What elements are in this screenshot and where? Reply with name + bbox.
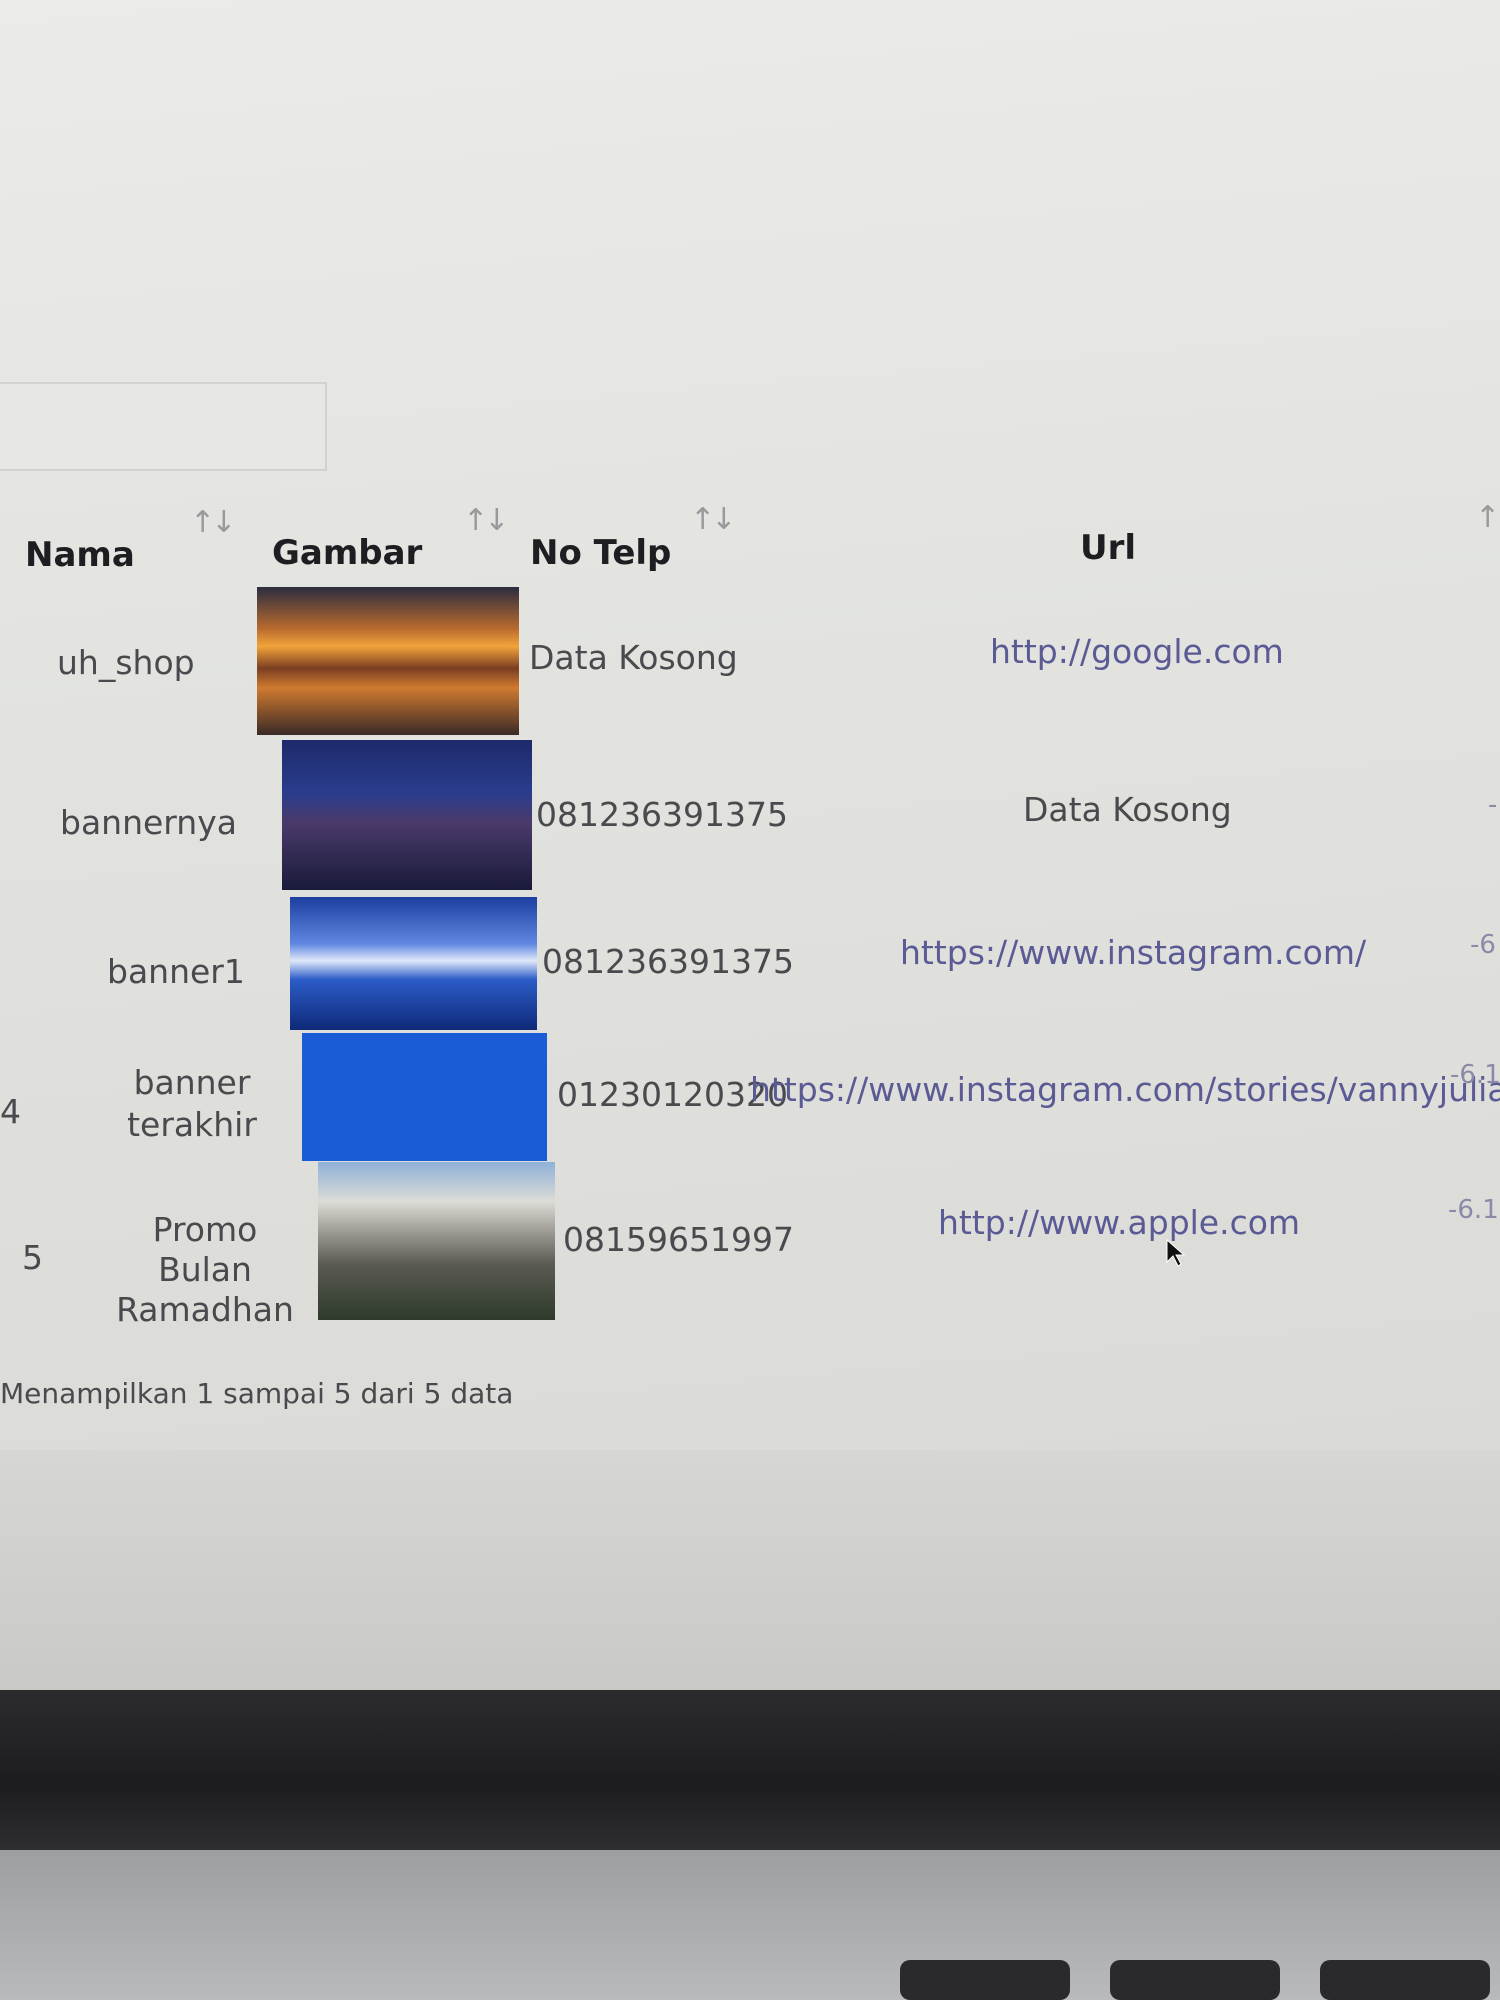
banner-image-sunset [257,587,519,735]
column-header-nama[interactable]: Nama [25,535,135,575]
cell-nama: bannernya [60,803,237,842]
cell-nama: banner terakhir [127,1063,257,1144]
cell-extra: -6.1 [1450,1060,1500,1090]
sort-icon[interactable]: ↑↓ [1475,500,1500,535]
keyboard-key [1320,1960,1490,2000]
cell-extra: - [1488,790,1498,820]
screen [0,0,1500,1690]
url-link[interactable]: http://google.com [990,632,1284,671]
banner-image-blue-screen [302,1033,547,1161]
column-header-no-telp[interactable]: No Telp [530,533,671,573]
page-footer-area [0,1450,1500,1690]
keyboard-key [900,1960,1070,2000]
cell-extra: -6 [1470,930,1496,960]
cell-telp: 081236391375 [536,795,788,834]
cell-telp: 081236391375 [542,942,794,981]
sort-icon[interactable]: ↑↓ [190,505,236,540]
laptop-bezel [0,1690,1500,1850]
sort-icon[interactable]: ↑↓ [690,502,736,537]
cell-nama: uh_shop [57,643,195,682]
search-input[interactable] [0,382,327,471]
keyboard-key [1110,1960,1280,2000]
cell-no: 5 [22,1238,43,1277]
mouse-cursor-icon [1166,1238,1186,1267]
cell-url: Data Kosong [1023,790,1232,829]
cell-no: 4 [0,1092,21,1131]
banner-image-night-city [282,740,532,890]
column-header-gambar[interactable]: Gambar [272,533,422,573]
sort-icon[interactable]: ↑↓ [463,503,509,538]
url-link[interactable]: https://www.instagram.com/stories/vannyj… [750,1070,1500,1109]
cell-telp: 08159651997 [563,1220,794,1259]
cell-telp: Data Kosong [529,638,738,677]
cell-nama: banner1 [107,952,245,991]
banner-image-house [318,1162,555,1320]
cell-nama: Promo Bulan Ramadhan [116,1210,294,1329]
url-link[interactable]: http://www.apple.com [938,1203,1300,1242]
pagination-info: Menampilkan 1 sampai 5 dari 5 data [0,1377,514,1410]
banner-image-sky-lake [290,897,537,1030]
url-link[interactable]: https://www.instagram.com/ [900,933,1366,972]
cell-extra: -6.1 [1448,1195,1499,1225]
column-header-url[interactable]: Url [1080,528,1136,568]
